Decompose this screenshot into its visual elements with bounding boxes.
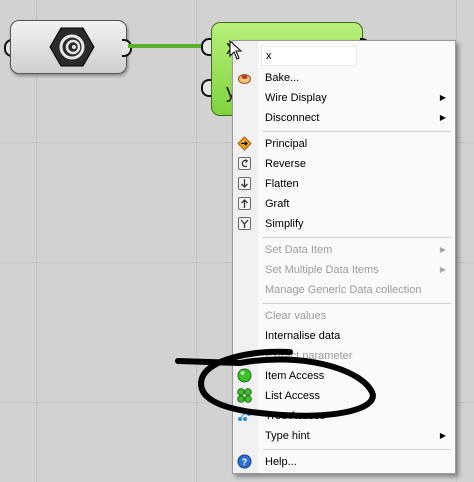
submenu-arrow-icon: ▶ bbox=[439, 265, 446, 274]
menu-separator bbox=[263, 131, 451, 132]
source-output-port[interactable] bbox=[122, 39, 132, 57]
list-access-four-circles-icon bbox=[237, 388, 252, 403]
parameter-name-value: x bbox=[266, 50, 272, 62]
submenu-arrow-icon: ▶ bbox=[439, 245, 446, 254]
input-port-y[interactable] bbox=[201, 79, 211, 97]
menu-item-set-data-item[interactable]: Set Data Item ▶ bbox=[233, 240, 455, 260]
menu-item-wire-display[interactable]: Wire Display ▶ bbox=[233, 88, 455, 108]
menu-item-list-access[interactable]: List Access bbox=[233, 386, 455, 406]
menu-item-internalise-data[interactable]: Internalise data bbox=[233, 326, 455, 346]
item-access-green-circle-icon bbox=[237, 368, 252, 383]
menu-separator bbox=[263, 303, 451, 304]
principal-diamond-icon bbox=[237, 136, 252, 151]
graft-icon bbox=[237, 196, 252, 211]
svg-text:?: ? bbox=[242, 457, 248, 467]
mouse-cursor-icon bbox=[229, 40, 243, 60]
source-component[interactable] bbox=[10, 20, 127, 74]
submenu-arrow-icon: ▶ bbox=[439, 431, 446, 440]
menu-item-graft[interactable]: Graft bbox=[233, 194, 455, 214]
tree-access-icon bbox=[237, 408, 252, 423]
reverse-icon bbox=[237, 156, 252, 171]
parameter-name-field[interactable]: x bbox=[261, 46, 357, 66]
menu-item-manage-generic-data[interactable]: Manage Generic Data collection bbox=[233, 280, 455, 300]
menu-item-bake[interactable]: Bake... bbox=[233, 68, 455, 88]
menu-item-extract-parameter[interactable]: Extract parameter bbox=[233, 346, 455, 366]
menu-item-item-access[interactable]: Item Access bbox=[233, 366, 455, 386]
menu-item-principal[interactable]: Principal bbox=[233, 134, 455, 154]
input-port-x[interactable] bbox=[201, 38, 211, 56]
simplify-icon bbox=[237, 216, 252, 231]
spiral-hexagon-icon bbox=[49, 27, 95, 67]
menu-item-clear-values[interactable]: Clear values bbox=[233, 306, 455, 326]
menu-item-reverse[interactable]: Reverse bbox=[233, 154, 455, 174]
menu-separator bbox=[263, 449, 451, 450]
menu-item-flatten[interactable]: Flatten bbox=[233, 174, 455, 194]
flatten-icon bbox=[237, 176, 252, 191]
context-menu: x Bake... Wire Display ▶ Disconnect ▶ Pr… bbox=[232, 40, 456, 474]
menu-item-disconnect[interactable]: Disconnect ▶ bbox=[233, 108, 455, 128]
menu-item-tree-access[interactable]: Tree Access bbox=[233, 406, 455, 426]
menu-item-type-hint[interactable]: Type hint ▶ bbox=[233, 426, 455, 446]
menu-item-set-multiple-data-items[interactable]: Set Multiple Data Items ▶ bbox=[233, 260, 455, 280]
submenu-arrow-icon: ▶ bbox=[439, 113, 446, 122]
bake-icon bbox=[237, 70, 252, 85]
help-icon: ? bbox=[237, 454, 252, 469]
data-wire bbox=[128, 44, 208, 48]
menu-separator bbox=[263, 237, 451, 238]
menu-item-help[interactable]: ? Help... bbox=[233, 452, 455, 472]
menu-item-simplify[interactable]: Simplify bbox=[233, 214, 455, 234]
grid-line bbox=[196, 0, 197, 482]
submenu-arrow-icon: ▶ bbox=[439, 93, 446, 102]
grid-line bbox=[456, 0, 457, 482]
